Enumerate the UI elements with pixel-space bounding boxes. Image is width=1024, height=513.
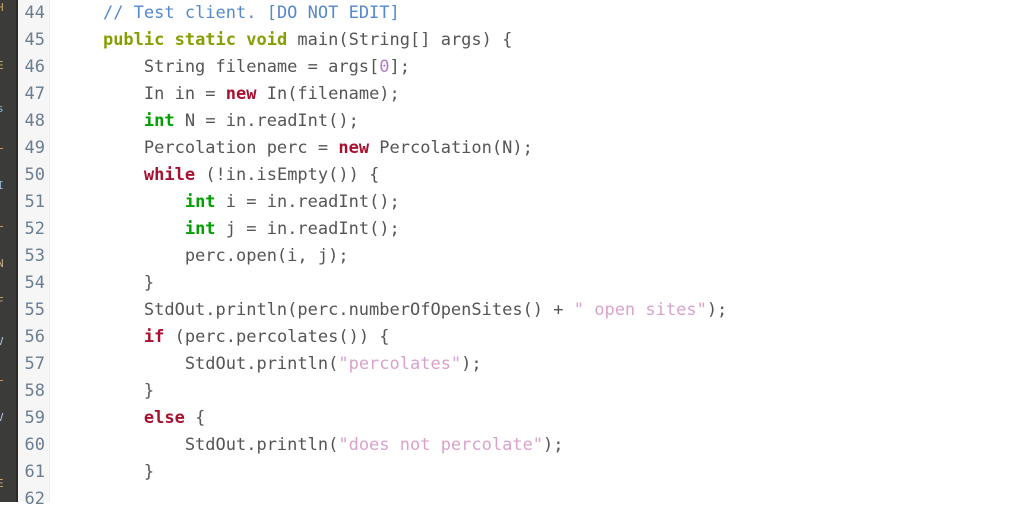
line-number[interactable]: 46 xyxy=(18,54,49,81)
code-token-string: "does not percolate" xyxy=(338,435,544,455)
code-token-keyword: new xyxy=(225,84,257,104)
line-number[interactable]: 44 xyxy=(18,0,49,27)
clipped-glyph: F xyxy=(0,295,4,308)
code-line[interactable]: } xyxy=(50,378,1024,405)
left-clipped-panel: H Es L I L N F V L V E xyxy=(0,0,18,502)
line-number[interactable]: 47 xyxy=(18,81,49,108)
code-token-string: " open sites" xyxy=(573,300,707,320)
line-number[interactable]: 61 xyxy=(18,459,49,486)
code-token-plain: Percolation(N); xyxy=(369,138,533,158)
code-token-keyword: if xyxy=(143,327,165,347)
code-token-keyword: while xyxy=(143,165,196,185)
code-line[interactable]: String filename = args[0]; xyxy=(50,54,1024,81)
code-token-plain: StdOut.println( xyxy=(62,435,339,455)
clipped-glyph: N xyxy=(0,257,4,270)
code-token-plain: In in = xyxy=(62,84,226,104)
code-line[interactable]: StdOut.println("does not percolate"); xyxy=(50,432,1024,459)
code-token-plain: j = in.readInt(); xyxy=(215,219,400,239)
code-token-type: int xyxy=(184,219,216,239)
code-editor: HEsLILNFVLVE 44 45 46 47 48 49 50 51 52 53 54 55 56 5… xyxy=(0,0,1024,509)
code-line[interactable]: In in = new In(filename); xyxy=(50,81,1024,108)
clipped-glyph: I xyxy=(0,179,4,192)
line-number[interactable]: 54 xyxy=(18,270,49,297)
code-line[interactable]: int i = in.readInt(); xyxy=(50,189,1024,216)
clipped-glyph: L xyxy=(0,371,4,384)
line-number[interactable]: 56 xyxy=(18,324,49,351)
code-line[interactable]: int j = in.readInt(); xyxy=(50,216,1024,243)
code-token-comment: // Test client. [DO NOT EDIT] xyxy=(102,3,400,23)
code-token-plain: ); xyxy=(543,435,564,455)
code-token-number: 0 xyxy=(379,57,390,77)
line-number[interactable]: 58 xyxy=(18,378,49,405)
line-number[interactable]: 59 xyxy=(18,405,49,432)
code-line[interactable]: StdOut.println("percolates"); xyxy=(50,351,1024,378)
code-token-plain: { xyxy=(184,408,206,428)
code-line[interactable]: // Test client. [DO NOT EDIT] xyxy=(50,0,1024,27)
line-number[interactable]: 57 xyxy=(18,351,49,378)
line-number[interactable]: 55 xyxy=(18,297,49,324)
code-token-plain: i = in.readInt(); xyxy=(215,192,400,212)
code-token-keyword: else xyxy=(143,408,185,428)
code-content-area[interactable]: // Test client. [DO NOT EDIT] public sta… xyxy=(50,0,1024,502)
code-token-plain: main(String[] args) { xyxy=(287,30,513,50)
clipped-glyph: V xyxy=(0,335,4,348)
code-token-plain: } xyxy=(62,462,155,482)
code-token-plain: ); xyxy=(461,354,482,374)
code-line[interactable]: else { xyxy=(50,405,1024,432)
clipped-glyph: L xyxy=(0,139,4,152)
line-number[interactable]: 45 xyxy=(18,27,49,54)
code-line[interactable]: if (perc.percolates()) { xyxy=(50,324,1024,351)
line-number[interactable]: 62 xyxy=(18,486,49,513)
line-number-gutter[interactable]: 44 45 46 47 48 49 50 51 52 53 54 55 56 57 58 59 60 61 62 xyxy=(18,0,50,509)
line-number[interactable]: 49 xyxy=(18,135,49,162)
code-token-plain: StdOut.println( xyxy=(62,354,339,374)
code-line[interactable]: public static void main(String[] args) { xyxy=(50,27,1024,54)
code-token-string: "percolates" xyxy=(338,354,462,374)
clipped-glyph: E xyxy=(0,477,4,490)
code-token-modifier: public static void xyxy=(102,30,288,50)
code-token-plain: } xyxy=(62,273,155,293)
code-token-plain: Percolation perc = xyxy=(62,138,339,158)
code-token-plain: ]; xyxy=(389,57,411,77)
code-token-plain: (perc.percolates()) { xyxy=(164,327,390,347)
code-line[interactable]: } xyxy=(50,459,1024,486)
code-token-plain: (!in.isEmpty()) { xyxy=(195,165,380,185)
line-number[interactable]: 60 xyxy=(18,432,49,459)
code-token-plain: N = in.readInt(); xyxy=(174,111,359,131)
code-token-plain: String filename = args[ xyxy=(62,57,380,77)
clipped-glyph: L xyxy=(0,217,4,230)
code-line[interactable]: StdOut.println(perc.numberOfOpenSites() … xyxy=(50,297,1024,324)
code-line[interactable]: } xyxy=(50,270,1024,297)
code-line[interactable]: while (!in.isEmpty()) { xyxy=(50,162,1024,189)
line-number[interactable]: 48 xyxy=(18,108,49,135)
code-token-type: int xyxy=(143,111,175,131)
code-line[interactable]: int N = in.readInt(); xyxy=(50,108,1024,135)
code-line[interactable] xyxy=(50,486,1024,502)
clipped-glyph: E xyxy=(0,59,4,72)
code-line[interactable]: perc.open(i, j); xyxy=(50,243,1024,270)
code-token-plain: perc.open(i, j); xyxy=(62,246,349,266)
code-token-keyword: new xyxy=(338,138,370,158)
code-token-plain: } xyxy=(62,381,155,401)
code-token-plain: StdOut.println(perc.numberOfOpenSites() … xyxy=(62,300,574,320)
line-number[interactable]: 53 xyxy=(18,243,49,270)
code-token-plain: In(filename); xyxy=(256,84,400,104)
clipped-glyph: s xyxy=(0,102,4,115)
code-token-plain: ); xyxy=(706,300,728,320)
line-number[interactable]: 52 xyxy=(18,216,49,243)
line-number[interactable]: 50 xyxy=(18,162,49,189)
code-token-type: int xyxy=(184,192,216,212)
line-number[interactable]: 51 xyxy=(18,189,49,216)
clipped-glyph: V xyxy=(0,411,4,424)
code-line[interactable]: Percolation perc = new Percolation(N); xyxy=(50,135,1024,162)
clipped-glyph: H xyxy=(0,1,4,14)
